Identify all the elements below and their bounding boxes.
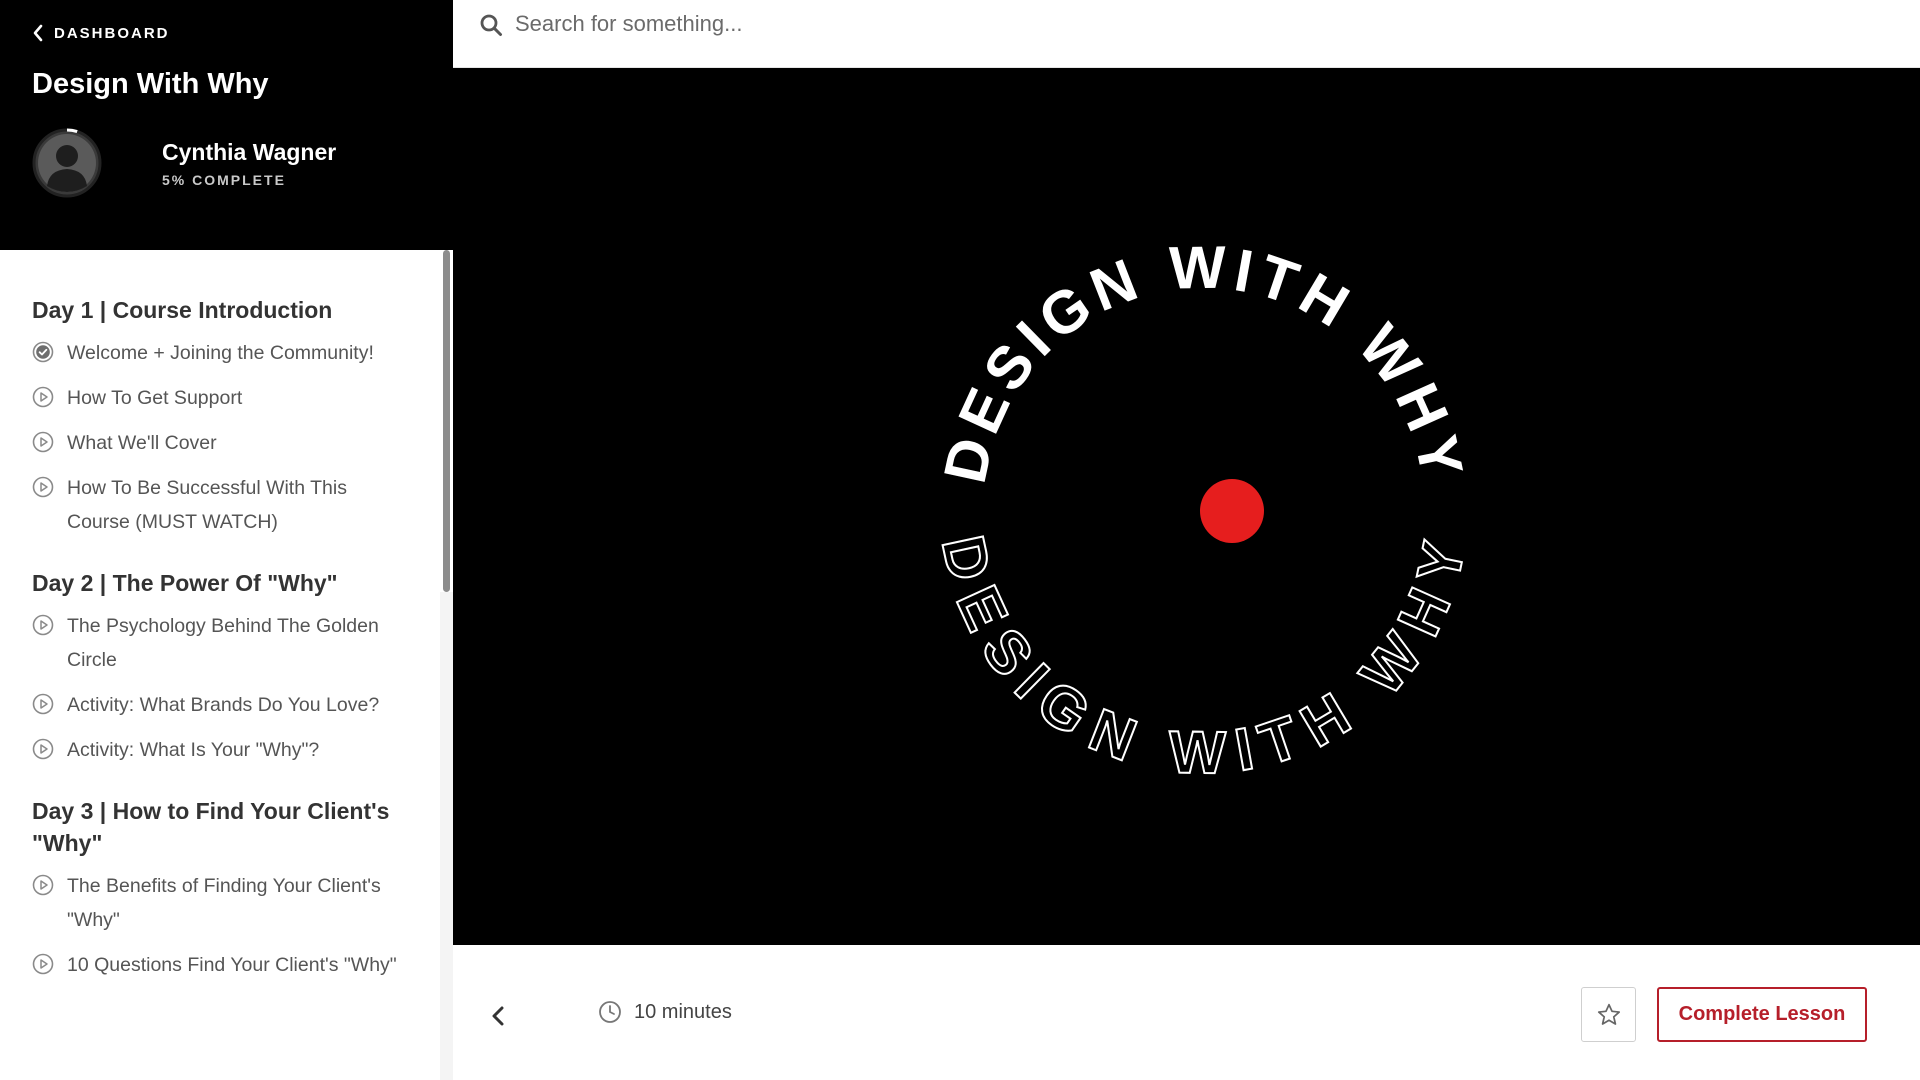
lesson-label: The Benefits of Finding Your Client's "W… (67, 875, 381, 931)
lesson-item[interactable]: Welcome + Joining the Community! (32, 336, 415, 370)
user-silhouette-icon (32, 128, 102, 198)
dashboard-label: DASHBOARD (54, 24, 170, 42)
avatar (32, 128, 102, 198)
lesson-label: What We'll Cover (67, 432, 217, 454)
dashboard-back-link[interactable]: DASHBOARD (32, 24, 170, 42)
previous-lesson-chevron-icon[interactable] (485, 1003, 511, 1029)
search-input[interactable] (515, 6, 1895, 42)
lesson-label: How To Be Successful With This Course (M… (67, 477, 347, 533)
section-title: Day 1 | Course Introduction (32, 297, 333, 323)
course-title: Design With Why (32, 68, 269, 100)
section-day-3: Day 3 | How to Find Your Client's "Why" … (32, 795, 415, 982)
play-circle-icon (32, 874, 54, 896)
sidebar-header: DASHBOARD Design With Why Cynthia Wagner… (0, 0, 453, 250)
sidebar-scrollbar-thumb[interactable] (440, 250, 453, 592)
lesson-duration: 10 minutes (598, 1000, 732, 1024)
lesson-item[interactable]: What We'll Cover (32, 426, 415, 460)
course-progress-text: 5% COMPLETE (162, 171, 286, 188)
play-circle-icon (32, 614, 54, 636)
search-icon (480, 14, 502, 36)
search-bar (453, 0, 1920, 68)
section-day-1: Day 1 | Course Introduction Welcome + Jo… (32, 294, 415, 539)
lesson-item[interactable]: 10 Questions Find Your Client's "Why" (32, 948, 415, 982)
course-sidebar: DASHBOARD Design With Why Cynthia Wagner… (0, 0, 453, 1080)
lesson-item[interactable]: The Benefits of Finding Your Client's "W… (32, 869, 415, 937)
check-circle-icon (32, 341, 54, 363)
lesson-label: The Psychology Behind The Golden Circle (67, 615, 379, 671)
section-day-2: Day 2 | The Power Of "Why" The Psycholog… (32, 567, 415, 767)
curriculum-list: Day 1 | Course Introduction Welcome + Jo… (0, 250, 445, 1080)
play-circle-icon (32, 693, 54, 715)
play-circle-icon (32, 738, 54, 760)
lesson-footer: 10 minutes Complete Lesson (453, 945, 1920, 1080)
duration-label: 10 minutes (634, 1000, 732, 1023)
lesson-label: Activity: What Brands Do You Love? (67, 694, 380, 716)
clock-icon (599, 1001, 621, 1023)
lesson-item[interactable]: Activity: What Is Your "Why"? (32, 733, 415, 767)
user-name: Cynthia Wagner (162, 138, 337, 165)
video-player[interactable]: DESIGN WITH WHY DESIGN WITH WHY (453, 68, 1920, 945)
lesson-label: How To Get Support (67, 387, 243, 409)
section-title: Day 3 | How to Find Your Client's "Why" (32, 798, 390, 856)
lesson-label: Activity: What Is Your "Why"? (67, 739, 320, 761)
play-circle-icon (32, 386, 54, 408)
red-dot (1200, 479, 1264, 543)
play-circle-icon (32, 476, 54, 498)
user-profile: Cynthia Wagner 5% COMPLETE (32, 128, 336, 198)
lesson-label: Welcome + Joining the Community! (67, 342, 374, 364)
design-with-why-bottom-text: DESIGN WITH WHY (929, 530, 1479, 787)
lesson-item[interactable]: How To Be Successful With This Course (M… (32, 471, 415, 539)
section-title: Day 2 | The Power Of "Why" (32, 570, 338, 596)
play-circle-icon (32, 431, 54, 453)
video-frame: DESIGN WITH WHY DESIGN WITH WHY (928, 234, 1479, 788)
design-with-why-top-text: DESIGN WITH WHY (931, 234, 1477, 489)
chevron-left-icon (33, 24, 43, 42)
lesson-item[interactable]: How To Get Support (32, 381, 415, 415)
lesson-item[interactable]: Activity: What Brands Do You Love? (32, 688, 415, 722)
play-circle-icon (32, 953, 54, 975)
complete-lesson-button[interactable]: Complete Lesson (1657, 987, 1867, 1042)
lesson-label: 10 Questions Find Your Client's "Why" (67, 954, 397, 976)
star-icon (1597, 1003, 1620, 1025)
favorite-button[interactable] (1581, 987, 1636, 1042)
lesson-item[interactable]: The Psychology Behind The Golden Circle (32, 609, 415, 677)
